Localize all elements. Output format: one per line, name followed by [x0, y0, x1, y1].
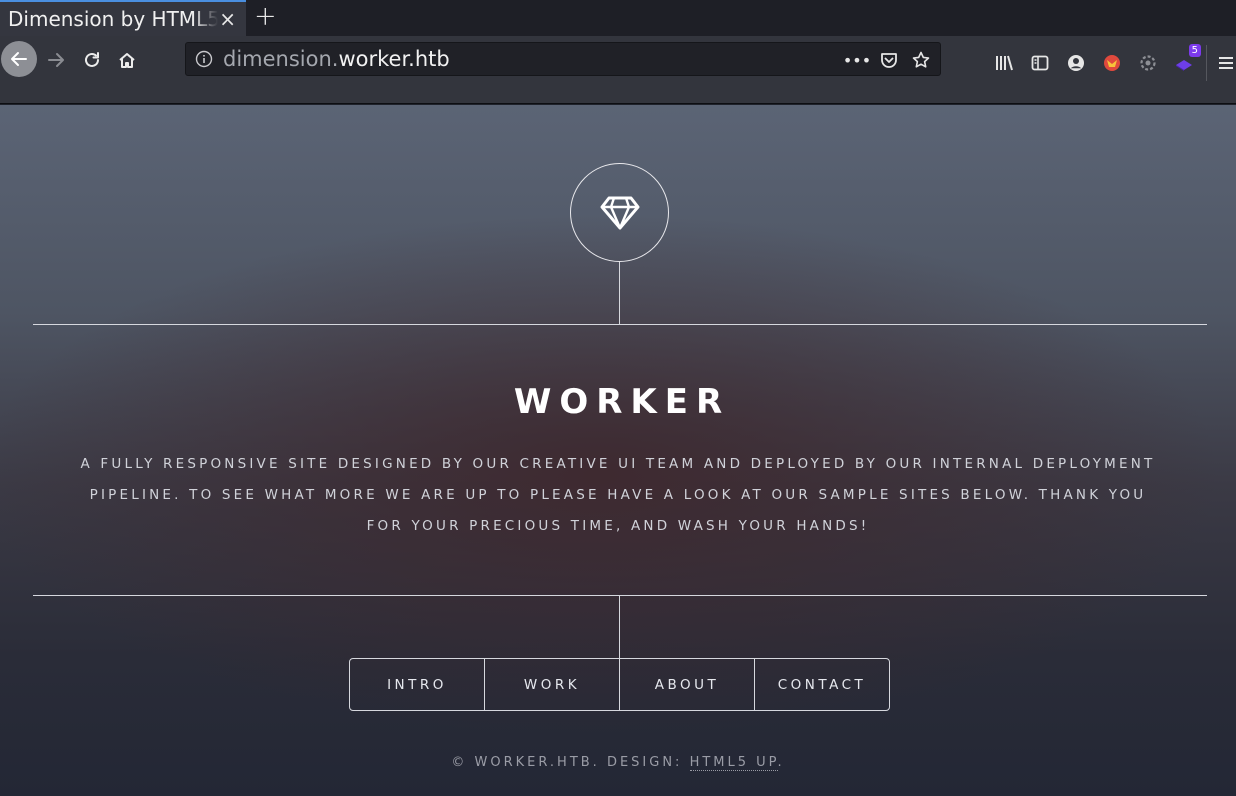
bookmark-star-button[interactable] [908, 47, 934, 73]
toolbar-separator [1206, 45, 1207, 81]
home-icon [119, 53, 135, 68]
account-icon [1068, 55, 1084, 71]
forward-button[interactable] [39, 45, 73, 75]
info-icon[interactable] [195, 50, 213, 68]
divider-bottom [33, 595, 1207, 596]
account-button[interactable] [1058, 49, 1094, 77]
back-arrow-icon [11, 52, 27, 66]
footer: © WORKER.HTB. DESIGN: HTML5 UP. [0, 755, 1236, 771]
tab-bar: Dimension by HTML5 UP × + [0, 0, 1236, 36]
site-description: A fully responsive site designed by our … [80, 456, 1156, 534]
page-content: WORKER A fully responsive site designed … [0, 105, 1236, 796]
sidebar-button[interactable] [1022, 49, 1058, 77]
back-button[interactable] [1, 41, 37, 77]
extension-button-2[interactable] [1130, 49, 1166, 77]
footer-copyright: © WORKER.HTB. DESIGN: [451, 755, 690, 770]
nav-intro[interactable]: INTRO [350, 659, 484, 710]
footer-period: . [777, 755, 785, 770]
library-button[interactable] [986, 49, 1022, 77]
star-icon [912, 51, 930, 68]
extension-fox-icon [1104, 55, 1120, 71]
nav-contact[interactable]: CONTACT [754, 659, 889, 710]
connector-line-bottom [619, 595, 620, 658]
url-text: dimension.worker.htb [223, 47, 450, 71]
toolbar-right: 5 [986, 44, 1236, 81]
url-actions: ••• [843, 47, 934, 73]
nav-work[interactable]: WORK [484, 659, 619, 710]
pocket-button[interactable] [876, 47, 902, 73]
url-bar[interactable]: dimension.worker.htb ••• [185, 42, 941, 76]
extension-button-3[interactable]: 5 [1166, 44, 1202, 77]
tab-close-button[interactable]: × [219, 7, 236, 31]
active-tab[interactable]: Dimension by HTML5 UP × [0, 0, 246, 36]
tab-title: Dimension by HTML5 UP [8, 7, 218, 31]
menu-button[interactable] [1211, 49, 1236, 77]
connector-line-top [619, 262, 620, 324]
footer-design-link[interactable]: HTML5 UP [689, 755, 778, 771]
menu-icon [1219, 57, 1233, 69]
new-tab-button[interactable]: + [254, 1, 277, 32]
pocket-icon [881, 53, 897, 68]
nav-about[interactable]: ABOUT [619, 659, 754, 710]
forward-arrow-icon [48, 53, 64, 67]
main-nav: INTRO WORK ABOUT CONTACT [349, 658, 890, 711]
divider-top [33, 324, 1207, 325]
page-actions-button[interactable]: ••• [843, 47, 871, 73]
sidebar-icon [1031, 55, 1049, 71]
reload-icon [85, 52, 99, 67]
url-host: worker.htb [338, 47, 450, 71]
extension-gear-icon [1140, 55, 1156, 71]
library-icon [996, 55, 1013, 71]
url-subdomain: dimension. [223, 47, 339, 71]
extension-badge: 5 [1188, 44, 1201, 57]
home-button[interactable] [110, 45, 144, 75]
site-title: WORKER [513, 382, 731, 422]
reload-button[interactable] [75, 45, 109, 75]
extension-button-1[interactable] [1094, 49, 1130, 77]
diamond-icon [600, 196, 639, 229]
logo [570, 163, 669, 262]
navigation-toolbar: dimension.worker.htb ••• 5 [0, 36, 1236, 104]
